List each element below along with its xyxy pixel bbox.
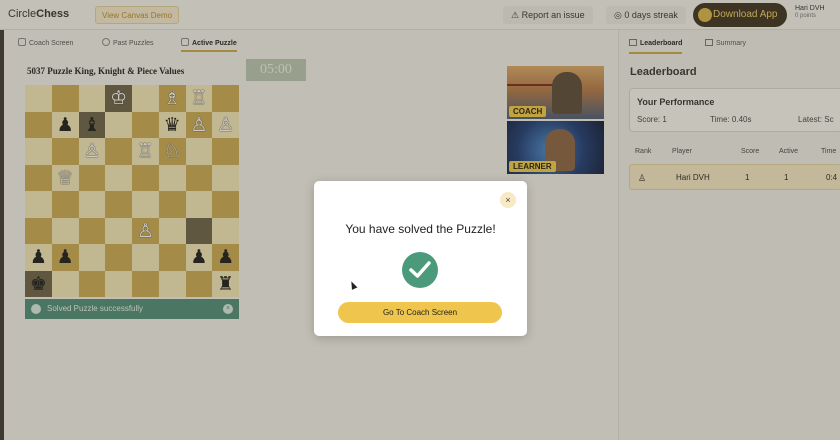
checkmark-icon <box>402 252 438 288</box>
go-to-coach-screen-button[interactable]: Go To Coach Screen <box>338 302 502 323</box>
close-icon[interactable]: × <box>500 192 516 208</box>
puzzle-solved-dialog: × You have solved the Puzzle! Go To Coac… <box>314 181 527 336</box>
checkmark-glyph <box>409 261 431 278</box>
dialog-title: You have solved the Puzzle! <box>345 222 496 236</box>
